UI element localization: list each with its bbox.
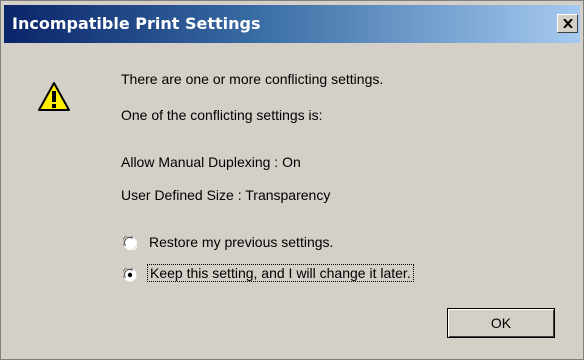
message-line-1: There are one or more conflicting settin… — [121, 71, 384, 87]
keep-setting-label[interactable]: Keep this setting, and I will change it … — [147, 264, 414, 282]
title-bar[interactable]: Incompatible Print Settings — [4, 5, 580, 43]
warning-triangle-icon — [38, 82, 70, 111]
dialog-title: Incompatible Print Settings — [12, 14, 261, 33]
close-icon — [563, 19, 573, 28]
conflict-setting-2: User Defined Size : Transparency — [121, 187, 331, 203]
print-settings-dialog: Incompatible Print Settings There are on… — [0, 0, 584, 360]
close-button[interactable] — [557, 14, 578, 33]
message-line-2: One of the conflicting settings is: — [121, 107, 323, 123]
ok-button[interactable]: OK — [447, 308, 555, 338]
restore-settings-label[interactable]: Restore my previous settings. — [149, 234, 333, 250]
restore-settings-radio[interactable] — [123, 236, 137, 250]
keep-setting-radio[interactable] — [123, 268, 137, 282]
keep-setting-option[interactable]: Keep this setting, and I will change it … — [147, 264, 414, 282]
conflict-setting-1: Allow Manual Duplexing : On — [121, 154, 301, 170]
